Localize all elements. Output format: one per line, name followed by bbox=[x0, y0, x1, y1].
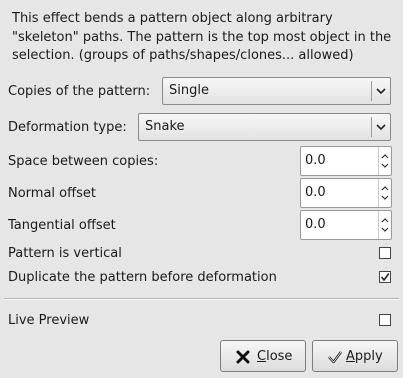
tangential-offset-spinbox[interactable]: 0.0 bbox=[300, 210, 392, 240]
chevron-down-icon[interactable] bbox=[381, 227, 389, 232]
deformation-dropdown[interactable]: Snake bbox=[138, 113, 391, 141]
space-value: 0.0 bbox=[305, 153, 326, 168]
duplicate-label: Duplicate the pattern before deformation bbox=[8, 270, 277, 285]
live-preview-label: Live Preview bbox=[8, 313, 90, 328]
pattern-vertical-checkbox[interactable] bbox=[379, 247, 391, 259]
chevron-down-icon bbox=[376, 124, 386, 131]
dropdown-separator bbox=[371, 117, 372, 137]
normal-offset-value: 0.0 bbox=[305, 185, 326, 200]
chevron-up-icon[interactable] bbox=[381, 186, 389, 191]
live-preview-checkbox[interactable] bbox=[379, 314, 391, 326]
effect-description: This effect bends a pattern object along… bbox=[12, 11, 392, 63]
duplicate-checkbox[interactable] bbox=[379, 271, 391, 283]
space-label: Space between copies: bbox=[8, 154, 159, 169]
close-x-icon bbox=[236, 350, 250, 364]
pattern-vertical-label: Pattern is vertical bbox=[8, 246, 122, 261]
normal-offset-spinbox[interactable]: 0.0 bbox=[300, 178, 392, 208]
normal-offset-stepper[interactable] bbox=[378, 179, 391, 207]
space-stepper[interactable] bbox=[378, 147, 391, 175]
tangential-offset-stepper[interactable] bbox=[378, 211, 391, 239]
chevron-up-icon[interactable] bbox=[381, 154, 389, 159]
copies-value: Single bbox=[169, 83, 209, 98]
apply-label: Apply bbox=[346, 349, 383, 364]
chevron-down-icon[interactable] bbox=[381, 195, 389, 200]
dropdown-separator bbox=[371, 81, 372, 101]
close-button[interactable]: Close bbox=[220, 340, 306, 372]
divider bbox=[4, 298, 399, 300]
copies-dropdown[interactable]: Single bbox=[162, 77, 391, 105]
tangential-offset-label: Tangential offset bbox=[8, 218, 116, 233]
chevron-down-icon[interactable] bbox=[381, 163, 389, 168]
checkmark-icon bbox=[328, 351, 342, 364]
chevron-up-icon[interactable] bbox=[381, 218, 389, 223]
deformation-label: Deformation type: bbox=[8, 120, 127, 135]
deformation-value: Snake bbox=[145, 119, 185, 134]
checkmark-icon bbox=[380, 273, 390, 282]
copies-label: Copies of the pattern: bbox=[8, 84, 151, 99]
chevron-down-icon bbox=[376, 88, 386, 95]
tangential-offset-value: 0.0 bbox=[305, 217, 326, 232]
normal-offset-label: Normal offset bbox=[8, 186, 96, 201]
close-label: Close bbox=[257, 349, 293, 364]
apply-button[interactable]: Apply bbox=[312, 340, 398, 372]
space-spinbox[interactable]: 0.0 bbox=[300, 146, 392, 176]
